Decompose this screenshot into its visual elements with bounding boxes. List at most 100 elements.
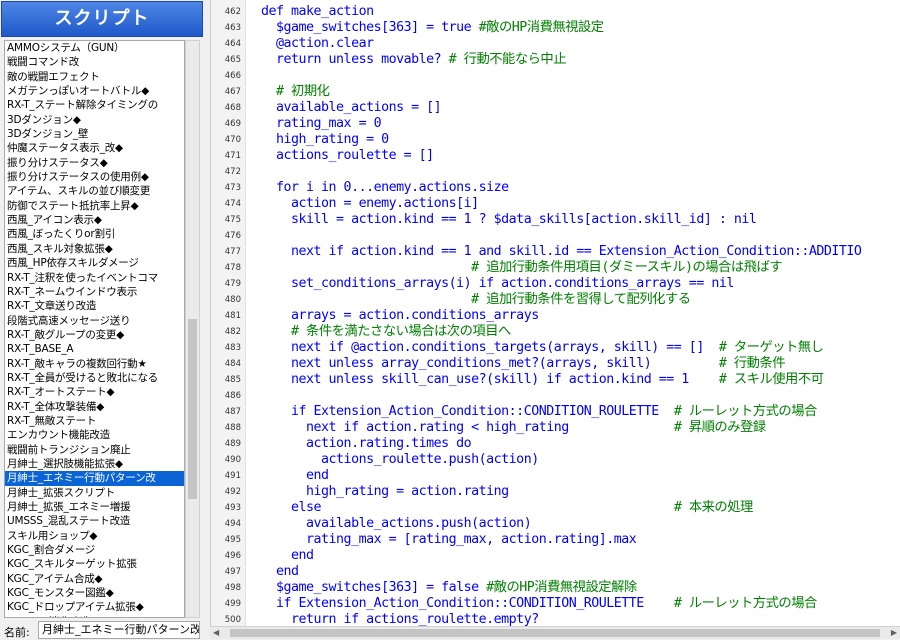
script-list-item[interactable]: RX-T_注釈を使ったイベントコマ — [5, 271, 184, 285]
horizontal-scrollbar[interactable]: ◀ ▶ — [210, 626, 900, 639]
script-list-item[interactable]: RX-T_ステート解除タイミングの — [5, 98, 184, 112]
script-list-item[interactable]: 戦闘コマンド改 — [5, 55, 184, 69]
script-list-item[interactable]: 月紳士_エネミー行動パターン改 — [5, 471, 184, 486]
code-line[interactable]: 481 arrays = action.conditions_arrays — [211, 308, 900, 324]
script-list-item[interactable]: KGC_アイテム合成◆ — [5, 572, 184, 586]
script-list-item[interactable]: 振り分けステータスの使用例◆ — [5, 170, 184, 184]
script-list-item[interactable]: 西風_スキル対象拡張◆ — [5, 242, 184, 256]
script-list-item[interactable]: KGC_ドロップアイテム拡張◆ — [5, 600, 184, 614]
script-list-item[interactable]: 西風_HP依存スキルダメージ — [5, 256, 184, 270]
code-text: next unless skill_can_use?(skill) if act… — [261, 372, 824, 388]
code-line[interactable]: 469 rating_max = 0 — [211, 116, 900, 132]
code-line[interactable]: 491 end — [211, 468, 900, 484]
script-list-item[interactable]: 振り分けステータス◆ — [5, 156, 184, 170]
line-number: 470 — [224, 135, 241, 145]
code-line[interactable]: 468 available_actions = [] — [211, 100, 900, 116]
script-list-item[interactable]: 月紳士_選択肢機能拡張◆ — [5, 457, 184, 471]
script-list-item[interactable]: RX-T_全体攻撃装備◆ — [5, 400, 184, 414]
horizontal-scrollbar-thumb[interactable] — [230, 629, 880, 637]
script-list-item[interactable]: RX-T_オートステート◆ — [5, 385, 184, 399]
code-line[interactable]: 467 # 初期化 — [211, 84, 900, 100]
script-list-item[interactable]: RX-T_無敵ステート — [5, 414, 184, 428]
code-line[interactable]: 471 actions_roulette = [] — [211, 148, 900, 164]
code-editor[interactable]: 462 def make_action 463 $game_switches[363… — [210, 0, 900, 639]
code-line[interactable]: 489 action.rating.times do — [211, 436, 900, 452]
script-list-item[interactable]: KGC_スキルターゲット拡張 — [5, 557, 184, 571]
scroll-right-arrow-icon[interactable]: ▶ — [891, 627, 897, 639]
script-list-item[interactable]: スキル用ショップ◆ — [5, 529, 184, 543]
code-line[interactable]: 483 next if @action.conditions_targets(a… — [211, 340, 900, 356]
code-line[interactable]: 499 if Extension_Action_Condition::CONDI… — [211, 596, 900, 612]
script-list-item[interactable]: アイテム、スキルの並び順変更 — [5, 184, 184, 198]
script-list-item[interactable]: 3Dダンジョン◆ — [5, 113, 184, 127]
code-line[interactable]: 463 $game_switches[363] = true #敵のHP消費無視… — [211, 20, 900, 36]
code-line[interactable]: 485 next unless skill_can_use?(skill) if… — [211, 372, 900, 388]
code-line[interactable]: 462 def make_action — [211, 4, 900, 20]
code-line[interactable]: 470 high_rating = 0 — [211, 132, 900, 148]
script-list-item[interactable]: AMMOシステム（GUN） — [5, 41, 184, 55]
code-line[interactable]: 480 # 追加行動条件を習得して配列化する — [211, 292, 900, 308]
code-line[interactable]: 490 actions_roulette.push(action) — [211, 452, 900, 468]
code-line[interactable]: 486 — [211, 388, 900, 404]
script-list[interactable]: AMMOシステム（GUN） 戦闘コマンド改 敵の戦闘エフェクト メガテンっぽいオートバ… — [4, 40, 185, 618]
code-line[interactable]: 488 next if action.rating < high_rating … — [211, 420, 900, 436]
line-number: 489 — [224, 439, 241, 449]
code-area[interactable]: 462 def make_action 463 $game_switches[363… — [211, 4, 900, 628]
code-line[interactable]: 495 rating_max = [rating_max, action.rat… — [211, 532, 900, 548]
script-list-item[interactable]: RX-T_敵グループの変更◆ — [5, 328, 184, 342]
script-list-item[interactable]: 西風_ぼったくりor割引 — [5, 227, 184, 241]
script-list-item[interactable]: KGC_MP消費改造◆ — [5, 615, 184, 617]
script-list-item[interactable]: RX-T_BASE_A — [5, 342, 184, 356]
code-line[interactable]: 492 high_rating = action.rating — [211, 484, 900, 500]
script-list-item[interactable]: 防御でステート抵抗率上昇◆ — [5, 199, 184, 213]
code-line[interactable]: 466 — [211, 68, 900, 84]
script-list-item[interactable]: RX-T_文章送り改造 — [5, 299, 184, 313]
code-line[interactable]: 478 # 追加行動条件用項目(ダミースキル)の場合は飛ばす — [211, 260, 900, 276]
script-list-item[interactable]: 3Dダンジョン_壁 — [5, 127, 184, 141]
script-list-item[interactable]: RX-T_全員が受けると敗北になる — [5, 371, 184, 385]
script-list-item[interactable]: 仲魔ステータス表示_改◆ — [5, 141, 184, 155]
line-number: 472 — [224, 167, 241, 177]
line-number: 479 — [224, 279, 241, 289]
code-line[interactable]: 494 available_actions.push(action) — [211, 516, 900, 532]
script-list-item[interactable]: RX-T_敵キャラの複数回行動★ — [5, 357, 184, 371]
code-line[interactable]: 472 — [211, 164, 900, 180]
code-line[interactable]: 479 set_conditions_arrays(i) if action.c… — [211, 276, 900, 292]
script-list-item[interactable]: KGC_割合ダメージ — [5, 543, 184, 557]
code-line[interactable]: 484 next unless array_conditions_met?(ar… — [211, 356, 900, 372]
code-line[interactable]: 482 # 条件を満たさない場合は次の項目へ — [211, 324, 900, 340]
script-list-item[interactable]: UMSSS_混乱ステート改造 — [5, 514, 184, 528]
code-line[interactable]: 493 else # 本来の処理 — [211, 500, 900, 516]
line-number: 496 — [224, 551, 241, 561]
script-list-item[interactable]: 西風_アイコン表示◆ — [5, 213, 184, 227]
code-line[interactable]: 476 — [211, 228, 900, 244]
script-list-item[interactable]: 段階式高速メッセージ送り — [5, 314, 184, 328]
code-token: @action.clear — [261, 36, 374, 51]
code-line[interactable]: 464 @action.clear — [211, 36, 900, 52]
scroll-left-arrow-icon[interactable]: ◀ — [213, 627, 219, 639]
line-number: 487 — [224, 407, 241, 417]
script-list-item[interactable]: RX-T_ネームウインドウ表示 — [5, 285, 184, 299]
script-list-item[interactable]: 敵の戦闘エフェクト — [5, 70, 184, 84]
script-list-item[interactable]: 戦闘前トランジション廃止 — [5, 443, 184, 457]
code-line[interactable]: 474 action = enemy.actions[i] — [211, 196, 900, 212]
script-list-item[interactable]: KGC_モンスター図鑑◆ — [5, 586, 184, 600]
code-line[interactable]: 487 if Extension_Action_Condition::CONDI… — [211, 404, 900, 420]
script-list-item[interactable]: 月紳士_拡張_エネミー増援 — [5, 500, 184, 514]
script-list-item[interactable]: メガテンっぽいオートバトル◆ — [5, 84, 184, 98]
code-line[interactable]: 497 end — [211, 564, 900, 580]
code-text: high_rating = action.rating — [261, 484, 509, 500]
code-line[interactable]: 498 $game_switches[363] = false #敵のHP消費無… — [211, 580, 900, 596]
scrollbar-thumb[interactable] — [188, 319, 197, 499]
script-list-item[interactable]: 月紳士_拡張スクリプト — [5, 486, 184, 500]
script-list-item[interactable]: エンカウント機能改造 — [5, 428, 184, 442]
code-line[interactable]: 477 next if action.kind == 1 and skill.i… — [211, 244, 900, 260]
code-line[interactable]: 473 for i in 0...enemy.actions.size — [211, 180, 900, 196]
code-comment: # 追加行動条件用項目(ダミースキル)の場合は飛ばす — [471, 260, 783, 275]
code-line[interactable]: 496 end — [211, 548, 900, 564]
code-line[interactable]: 475 skill = action.kind == 1 ? $data_ski… — [211, 212, 900, 228]
script-name-input[interactable]: 月紳士_エネミー行動パターン改 — [38, 621, 200, 639]
code-line[interactable]: 465 return unless movable? # 行動不能なら中止 — [211, 52, 900, 68]
script-list-scrollbar[interactable] — [185, 40, 200, 618]
line-number: 491 — [224, 471, 241, 481]
